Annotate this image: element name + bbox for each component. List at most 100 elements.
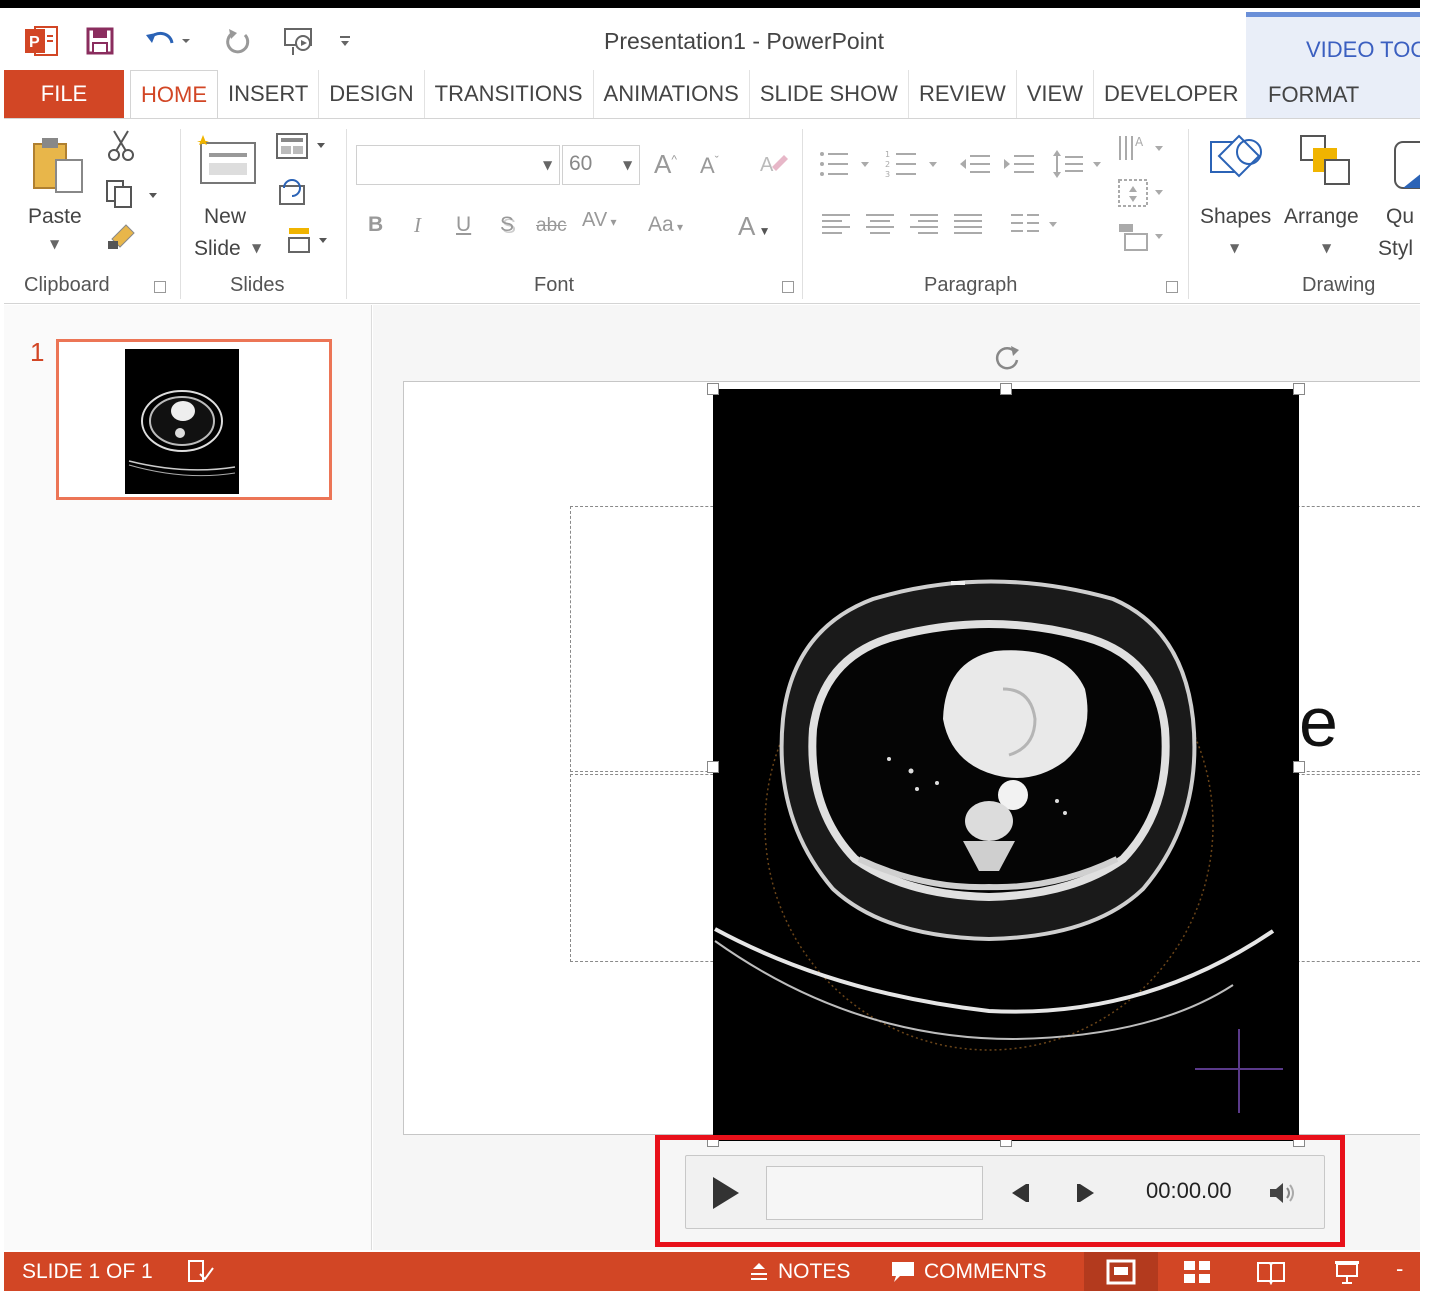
tab-insert[interactable]: INSERT	[218, 70, 320, 118]
start-from-beginning-icon[interactable]	[280, 26, 320, 56]
svg-text:A: A	[760, 154, 774, 176]
shapes-icon[interactable]	[1204, 131, 1270, 195]
group-separator	[802, 129, 803, 299]
arrange-label[interactable]: Arrange	[1284, 205, 1359, 229]
reset-icon[interactable]	[274, 177, 310, 209]
justify-icon[interactable]	[950, 209, 986, 239]
change-case-icon[interactable]: Aa ▾	[648, 213, 683, 237]
shadow-icon[interactable]: S	[500, 213, 514, 237]
ct-scan-image	[713, 389, 1299, 1141]
underline-icon[interactable]: U	[456, 213, 471, 237]
zoom-out-icon[interactable]: -	[1396, 1256, 1403, 1282]
align-left-icon[interactable]	[818, 209, 854, 239]
quick-styles-label-1[interactable]: Qu	[1386, 205, 1414, 229]
grow-font-icon[interactable]: A^	[654, 149, 677, 180]
align-right-icon[interactable]	[906, 209, 942, 239]
video-tools-label: VIDEO TOO	[1306, 37, 1428, 62]
line-spacing-icon[interactable]	[1050, 147, 1106, 181]
rotate-handle-icon[interactable]	[990, 341, 1024, 375]
customize-qat-icon[interactable]	[334, 26, 356, 56]
tab-slide-show[interactable]: SLIDE SHOW	[750, 70, 909, 118]
tab-format[interactable]: FORMAT	[1246, 70, 1426, 118]
font-size-combobox[interactable]: 60 ▼	[562, 145, 640, 185]
tab-transitions[interactable]: TRANSITIONS	[425, 70, 594, 118]
resize-handle[interactable]	[1293, 383, 1305, 395]
clipboard-dialog-launcher-icon[interactable]	[154, 281, 166, 293]
tab-animations[interactable]: ANIMATIONS	[594, 70, 750, 118]
reading-view-button[interactable]	[1234, 1252, 1308, 1291]
layout-icon[interactable]	[274, 131, 330, 161]
video-frame[interactable]	[713, 389, 1299, 1141]
clear-formatting-icon[interactable]: A	[756, 147, 792, 183]
copy-icon[interactable]	[104, 177, 158, 211]
group-separator	[1188, 129, 1189, 299]
comments-label: COMMENTS	[924, 1260, 1047, 1283]
svg-text:P: P	[29, 34, 40, 51]
convert-to-smartart-icon[interactable]	[1114, 219, 1170, 255]
normal-view-button[interactable]	[1084, 1252, 1158, 1291]
undo-icon[interactable]	[142, 26, 196, 56]
cut-icon[interactable]	[104, 129, 138, 163]
font-size-dropdown-icon[interactable]: ▼	[623, 158, 632, 172]
font-dialog-launcher-icon[interactable]	[782, 281, 794, 293]
quick-styles-label-2[interactable]: Styl	[1378, 237, 1413, 261]
spell-check-icon[interactable]	[186, 1258, 216, 1286]
bullets-icon[interactable]	[816, 147, 876, 181]
ribbon-home: Paste ▼ Clipboard New Slide ▼ Slides ▼ 6…	[4, 118, 1423, 304]
resize-handle[interactable]	[1293, 761, 1305, 773]
font-color-icon[interactable]: A ▼	[738, 211, 771, 242]
redo-icon[interactable]	[218, 26, 258, 56]
resize-handle[interactable]	[707, 761, 719, 773]
slide-thumbnail[interactable]	[56, 339, 332, 500]
increase-indent-icon[interactable]	[1000, 149, 1038, 179]
shapes-label[interactable]: Shapes	[1200, 205, 1271, 229]
center-icon[interactable]	[862, 209, 898, 239]
font-name-combobox[interactable]: ▼	[356, 145, 560, 185]
new-slide-icon[interactable]	[194, 133, 258, 189]
resize-handle[interactable]	[1000, 383, 1012, 395]
columns-icon[interactable]	[1008, 209, 1066, 239]
paragraph-dialog-launcher-icon[interactable]	[1166, 281, 1178, 293]
arrange-dropdown-icon[interactable]: ▼	[1322, 241, 1331, 255]
tab-home[interactable]: HOME	[130, 70, 218, 118]
normal-view-icon	[1106, 1259, 1136, 1284]
slide-show-button[interactable]	[1310, 1252, 1384, 1291]
italic-icon[interactable]: I	[414, 213, 421, 238]
tab-format-label: FORMAT	[1268, 82, 1360, 107]
format-painter-icon[interactable]	[104, 219, 140, 253]
notes-button[interactable]: NOTES	[748, 1260, 850, 1284]
slide-sorter-icon	[1184, 1260, 1210, 1283]
quick-styles-icon[interactable]	[1388, 131, 1424, 195]
section-icon[interactable]	[274, 223, 332, 257]
tab-file[interactable]: FILE	[4, 70, 124, 118]
numbering-icon[interactable]: 123	[884, 147, 944, 181]
strikethrough-icon[interactable]: abc	[536, 215, 567, 237]
paste-label[interactable]: Paste	[28, 205, 82, 229]
shapes-dropdown-icon[interactable]: ▼	[1230, 241, 1239, 255]
arrange-icon[interactable]	[1296, 131, 1360, 195]
tab-design[interactable]: DESIGN	[319, 70, 425, 118]
tab-view[interactable]: VIEW	[1017, 70, 1094, 118]
save-icon[interactable]	[84, 26, 116, 56]
slide-thumbnail-number: 1	[30, 337, 45, 367]
resize-handle[interactable]	[707, 383, 719, 395]
powerpoint-app-icon[interactable]: P	[24, 24, 60, 58]
character-spacing-icon[interactable]: AV ▾	[582, 209, 617, 232]
paste-dropdown-icon[interactable]: ▼	[50, 237, 59, 251]
slide-sorter-button[interactable]	[1160, 1252, 1234, 1291]
align-text-icon[interactable]	[1114, 175, 1170, 211]
bold-icon[interactable]: B	[368, 213, 383, 237]
decrease-indent-icon[interactable]	[956, 149, 994, 179]
comments-button[interactable]: COMMENTS	[890, 1260, 1047, 1284]
shrink-font-icon[interactable]: Aˇ	[700, 153, 719, 179]
tab-review[interactable]: REVIEW	[909, 70, 1017, 118]
new-slide-dropdown-icon[interactable]: ▼	[252, 241, 261, 255]
tab-developer[interactable]: DEVELOPER	[1094, 70, 1250, 118]
svg-text:1: 1	[885, 150, 890, 159]
new-slide-label-2[interactable]: Slide	[194, 237, 241, 261]
paste-icon[interactable]	[28, 133, 90, 195]
new-slide-label-1[interactable]: New	[204, 205, 246, 229]
text-direction-icon[interactable]: A	[1114, 131, 1170, 165]
font-size-value: 60	[569, 152, 593, 175]
font-name-dropdown-icon[interactable]: ▼	[543, 158, 552, 172]
